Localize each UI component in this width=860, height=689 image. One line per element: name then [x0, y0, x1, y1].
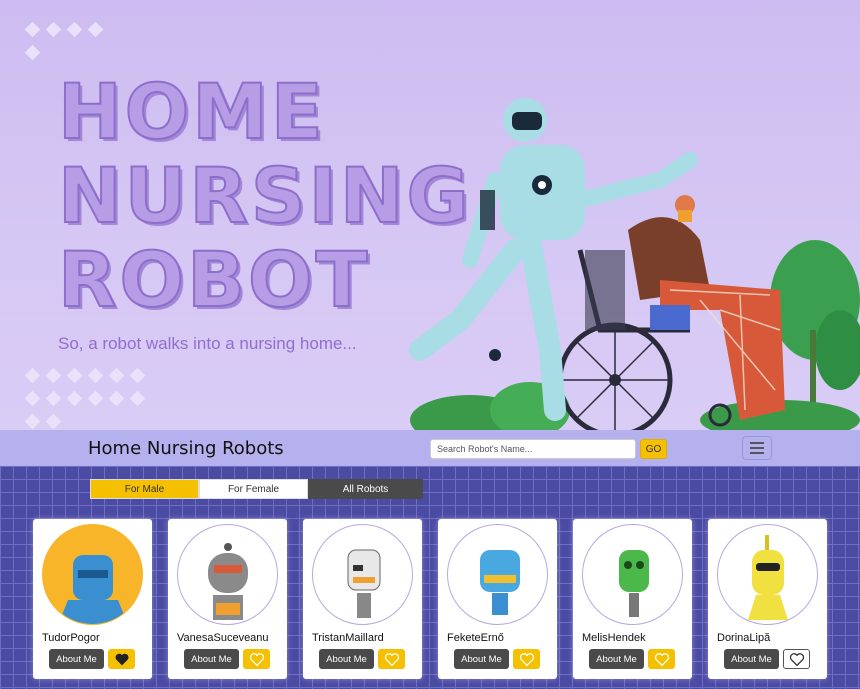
robot-avatar [42, 524, 143, 625]
about-me-button[interactable]: About Me [184, 649, 239, 669]
robot-name: MelisHendek [582, 632, 646, 644]
about-me-button[interactable]: About Me [319, 649, 374, 669]
top-navbar: Home Nursing Robots GO [0, 430, 860, 466]
robot-card: TudorPogor About Me [33, 519, 152, 679]
robot-cards: TudorPogor About Me VanesaSuceveanu Abou… [33, 519, 827, 679]
about-me-button[interactable]: About Me [589, 649, 644, 669]
robot-avatar [582, 524, 683, 625]
robots-section: For Male For Female All Robots TudorPogo… [0, 466, 860, 689]
favorite-button[interactable] [243, 649, 270, 669]
decorative-diamonds-bottom [22, 364, 162, 430]
hero-subtitle: So, a robot walks into a nursing home... [58, 334, 357, 353]
brand-title[interactable]: Home Nursing Robots [88, 438, 284, 459]
robot-name: FeketeErnő [447, 632, 504, 644]
hamburger-menu-icon[interactable] [742, 436, 772, 460]
heart-icon [654, 653, 669, 666]
favorite-button[interactable] [108, 649, 135, 669]
robot-card: MelisHendek About Me [573, 519, 692, 679]
robot-card: DorinaLipă About Me [708, 519, 827, 679]
filter-male-button[interactable]: For Male [90, 479, 199, 499]
robot-card: TristanMaillard About Me [303, 519, 422, 679]
robot-name: TudorPogor [42, 632, 100, 644]
about-me-button[interactable]: About Me [454, 649, 509, 669]
search-go-button[interactable]: GO [640, 439, 667, 459]
favorite-button[interactable] [378, 649, 405, 669]
robot-avatar [717, 524, 818, 625]
robot-name: TristanMaillard [312, 632, 384, 644]
robot-card: FeketeErnő About Me [438, 519, 557, 679]
favorite-button[interactable] [648, 649, 675, 669]
search-input[interactable] [430, 439, 636, 459]
heart-icon [519, 653, 534, 666]
robot-avatar [312, 524, 413, 625]
robot-avatar [447, 524, 548, 625]
robot-avatar [177, 524, 278, 625]
heart-icon [115, 653, 128, 666]
robot-card: VanesaSuceveanu About Me [168, 519, 287, 679]
about-me-button[interactable]: About Me [724, 649, 779, 669]
about-me-button[interactable]: About Me [49, 649, 104, 669]
filter-all-button[interactable]: All Robots [308, 479, 423, 499]
filter-bar: For Male For Female All Robots [90, 479, 423, 499]
filter-female-button[interactable]: For Female [199, 479, 308, 499]
heart-icon [384, 653, 399, 666]
robot-wheelchair-illustration [409, 98, 860, 430]
hero-banner: HOME NURSING ROBOT So, a robot walks int… [0, 0, 860, 430]
heart-icon [789, 653, 804, 666]
heart-icon [249, 653, 264, 666]
favorite-button[interactable] [513, 649, 540, 669]
robot-name: VanesaSuceveanu [177, 632, 269, 644]
decorative-diamonds-top [22, 18, 122, 64]
favorite-button[interactable] [783, 649, 810, 669]
robot-name: DorinaLipă [717, 632, 771, 644]
